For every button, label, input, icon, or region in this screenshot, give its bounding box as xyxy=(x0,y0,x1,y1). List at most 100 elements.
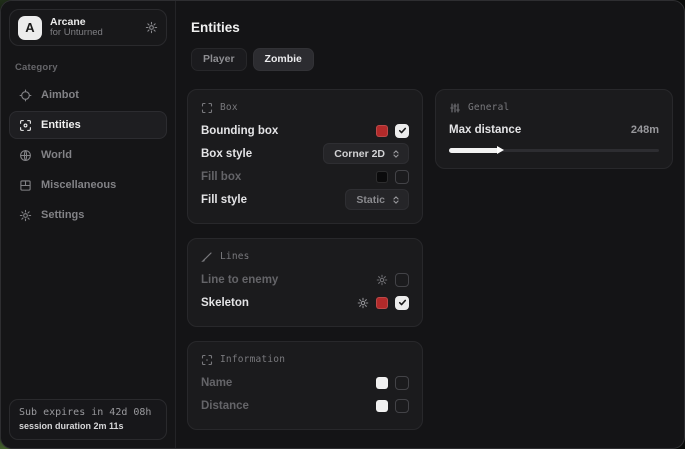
sidebar-item-world[interactable]: World xyxy=(9,141,167,169)
sliders-icon xyxy=(449,102,461,114)
tab-zombie[interactable]: Zombie xyxy=(253,48,314,71)
brand-card: A Arcane for Unturned xyxy=(9,9,167,46)
line-to-enemy-label: Line to enemy xyxy=(201,274,278,286)
skeleton-controls xyxy=(357,296,409,310)
fill-box-row: Fill box xyxy=(201,166,409,188)
tab-bar: Player Zombie xyxy=(191,48,673,71)
session-duration-text: session duration 2m 11s xyxy=(19,421,157,431)
sidebar-item-settings[interactable]: Settings xyxy=(9,201,167,229)
bounding-box-controls xyxy=(376,124,409,138)
name-row: Name xyxy=(201,372,409,394)
gear-icon xyxy=(19,209,32,222)
gear-icon[interactable] xyxy=(376,274,388,286)
line-to-enemy-row: Line to enemy xyxy=(201,269,409,291)
right-column: General Max distance 248m xyxy=(435,89,673,169)
box-section-title: Box xyxy=(220,102,238,113)
bounding-box-checkbox[interactable] xyxy=(395,124,409,138)
lines-card-header: Lines xyxy=(201,251,409,263)
fill-box-label: Fill box xyxy=(201,171,241,183)
app-logo: A xyxy=(18,16,42,40)
skeleton-row: Skeleton xyxy=(201,292,409,314)
chevrons-up-down-icon xyxy=(391,149,401,159)
page-title: Entities xyxy=(191,20,673,35)
check-icon xyxy=(398,126,407,135)
slider-fill xyxy=(449,148,499,153)
sub-expiry-text: Sub expires in 42d 08h xyxy=(19,407,157,418)
sidebar-item-label: World xyxy=(41,149,72,161)
fill-style-row: Fill style Static xyxy=(201,189,409,211)
box-style-row: Box style Corner 2D xyxy=(201,143,409,165)
sidebar: A Arcane for Unturned Category Aimbot xyxy=(1,1,176,448)
distance-checkbox[interactable] xyxy=(395,399,409,413)
skeleton-checkbox[interactable] xyxy=(395,296,409,310)
tab-player[interactable]: Player xyxy=(191,48,247,71)
name-controls xyxy=(376,376,409,390)
general-section-title: General xyxy=(468,102,509,113)
bounding-box-row: Bounding box xyxy=(201,120,409,142)
chevrons-up-down-icon xyxy=(391,195,401,205)
max-distance-value: 248m xyxy=(631,124,659,136)
box-style-label: Box style xyxy=(201,148,252,160)
content-area: Box Bounding box B xyxy=(187,89,673,430)
crosshair-icon xyxy=(19,89,32,102)
sidebar-item-entities[interactable]: Entities xyxy=(9,111,167,139)
box-corners-icon xyxy=(201,102,213,114)
name-color-swatch[interactable] xyxy=(376,377,388,389)
information-card: Information Name Distance xyxy=(187,341,423,430)
lines-section-title: Lines xyxy=(220,251,250,262)
entity-scan-icon xyxy=(19,119,32,132)
fill-box-checkbox[interactable] xyxy=(395,170,409,184)
general-card: General Max distance 248m xyxy=(435,89,673,169)
diagonal-line-icon xyxy=(201,251,213,263)
max-distance-row: Max distance 248m xyxy=(449,120,659,140)
max-distance-label: Max distance xyxy=(449,124,521,136)
app-window: A Arcane for Unturned Category Aimbot xyxy=(0,0,685,449)
subscription-card: Sub expires in 42d 08h session duration … xyxy=(9,399,167,440)
information-section-title: Information xyxy=(220,354,285,365)
sidebar-item-label: Miscellaneous xyxy=(41,179,116,191)
left-column: Box Bounding box B xyxy=(187,89,423,430)
name-label: Name xyxy=(201,377,232,389)
fill-style-label: Fill style xyxy=(201,194,247,206)
skeleton-color-swatch[interactable] xyxy=(376,297,388,309)
skeleton-label: Skeleton xyxy=(201,297,249,309)
app-subtitle: for Unturned xyxy=(50,28,137,39)
sidebar-item-miscellaneous[interactable]: Miscellaneous xyxy=(9,171,167,199)
gear-icon[interactable] xyxy=(357,297,369,309)
gear-icon[interactable] xyxy=(145,21,158,34)
fill-box-color-swatch[interactable] xyxy=(376,171,388,183)
sidebar-item-label: Entities xyxy=(41,119,81,131)
distance-label: Distance xyxy=(201,400,249,412)
sidebar-nav: Aimbot Entities World xyxy=(9,81,167,229)
box-card-header: Box xyxy=(201,102,409,114)
brand-text: Arcane for Unturned xyxy=(50,16,137,39)
box-card: Box Bounding box B xyxy=(187,89,423,224)
fill-box-controls xyxy=(376,170,409,184)
line-to-enemy-controls xyxy=(376,273,409,287)
desktop-background: A Arcane for Unturned Category Aimbot xyxy=(0,0,685,449)
sidebar-item-label: Aimbot xyxy=(41,89,79,101)
fill-style-dropdown[interactable]: Static xyxy=(345,189,409,210)
slider-thumb[interactable] xyxy=(497,146,504,154)
globe-icon xyxy=(19,149,32,162)
main-panel: Entities Player Zombie Box xyxy=(176,1,685,448)
sidebar-item-label: Settings xyxy=(41,209,84,221)
fill-style-value: Static xyxy=(356,194,385,206)
information-card-header: Information xyxy=(201,354,409,366)
sidebar-item-aimbot[interactable]: Aimbot xyxy=(9,81,167,109)
distance-row: Distance xyxy=(201,395,409,417)
info-scan-icon xyxy=(201,354,213,366)
sidebar-spacer xyxy=(9,229,167,399)
bounding-box-color-swatch[interactable] xyxy=(376,125,388,137)
check-icon xyxy=(398,298,407,307)
box-style-value: Corner 2D xyxy=(334,148,385,160)
grid-icon xyxy=(19,179,32,192)
distance-color-swatch[interactable] xyxy=(376,400,388,412)
line-to-enemy-checkbox[interactable] xyxy=(395,273,409,287)
max-distance-slider[interactable] xyxy=(449,144,659,156)
bounding-box-label: Bounding box xyxy=(201,125,278,137)
general-card-header: General xyxy=(449,102,659,114)
box-style-dropdown[interactable]: Corner 2D xyxy=(323,143,409,164)
name-checkbox[interactable] xyxy=(395,376,409,390)
distance-controls xyxy=(376,399,409,413)
